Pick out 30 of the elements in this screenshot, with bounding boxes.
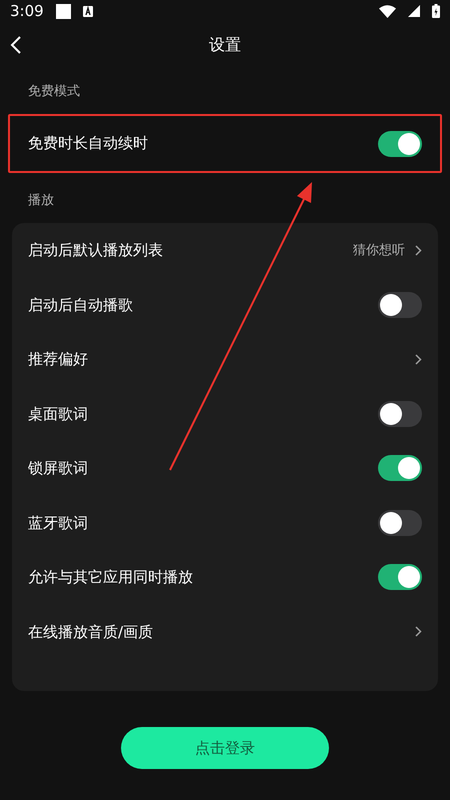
setting-value: 猜你想听	[353, 242, 405, 260]
back-icon[interactable]	[10, 36, 22, 54]
section-label: 免费模式	[28, 83, 80, 102]
chevron-right-icon[interactable]	[415, 244, 422, 256]
signal-icon	[408, 5, 420, 17]
setting-label: 在线播放音质/画质	[28, 622, 154, 642]
setting-label: 允许与其它应用同时播放	[28, 567, 194, 588]
page-title: 设置	[209, 34, 241, 56]
toggle-switch[interactable]	[378, 292, 422, 318]
setting-label: 桌面歌词	[28, 404, 89, 424]
toggle-switch[interactable]	[378, 400, 422, 427]
toggle-switch[interactable]	[378, 130, 422, 156]
toggle-switch[interactable]	[378, 564, 422, 590]
notification-icon	[56, 4, 71, 18]
notification-icon	[82, 6, 93, 16]
chevron-right-icon[interactable]	[415, 626, 422, 638]
setting-label: 锁屏歌词	[28, 458, 89, 479]
setting-label: 启动后自动播歌	[28, 294, 134, 316]
status-time: 3:09	[10, 0, 44, 22]
toggle-switch[interactable]	[378, 510, 422, 536]
setting-label: 推荐偏好	[28, 349, 89, 370]
battery-icon	[432, 4, 440, 18]
login-button[interactable]: 点击登录	[121, 727, 329, 769]
section-label: 播放	[28, 192, 54, 210]
setting-label: 启动后默认播放列表	[28, 240, 164, 261]
setting-label: 免费时长自动续时	[28, 133, 149, 154]
toggle-switch[interactable]	[378, 455, 422, 482]
wifi-icon	[379, 4, 396, 18]
chevron-right-icon[interactable]	[415, 354, 422, 365]
setting-label: 蓝牙歌词	[28, 512, 89, 534]
